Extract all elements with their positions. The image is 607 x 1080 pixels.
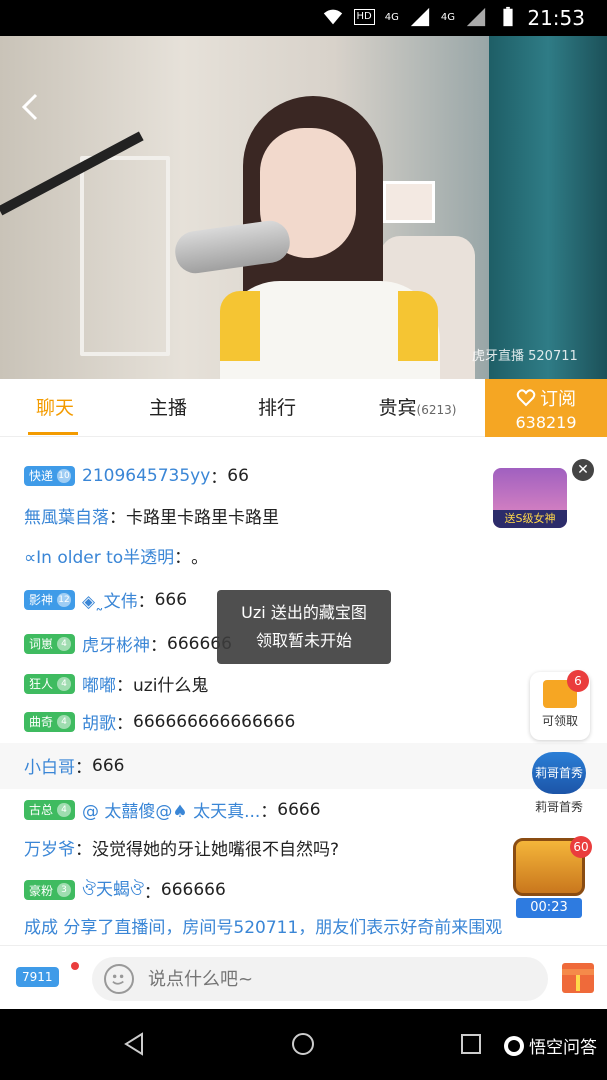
background-curtain (489, 36, 607, 379)
chat-nick[interactable]: 小白哥 (24, 753, 75, 778)
chat-message: 快递 10 2109645735yy： 66 (24, 463, 249, 488)
fan-badge: 词崽 4 (24, 633, 76, 654)
network-label-2: 4G (440, 11, 455, 23)
chat-message: 狂人 4 嘟嘟： uzi什么鬼 (24, 671, 208, 696)
treasure-map-tooltip: Uzi 送出的藏宝图 领取暂未开始 (217, 590, 391, 664)
wifi-icon (323, 9, 342, 25)
signal-icon-2 (466, 7, 486, 27)
system-share-message: 成成 分享了直播间，房间号520711，朋友们表示好奇前来围观 (24, 918, 503, 938)
chat-text: uzi什么鬼 (133, 676, 209, 696)
hero-debut-label: 莉哥首秀 (534, 800, 583, 814)
gift-icon[interactable] (562, 963, 594, 993)
fan-badge: 曲奇 4 (24, 711, 76, 732)
fan-badge: 狂人 4 (24, 673, 76, 694)
background-shelf (80, 156, 170, 356)
tab-vip-label: 贵宾 (378, 397, 417, 419)
chat-text: 666666 (160, 880, 226, 900)
background-photo-frame (383, 181, 435, 223)
chat-nick[interactable]: 無風葉自落 (24, 503, 109, 528)
chat-nick[interactable]: ∝In older to半透明 (24, 543, 174, 568)
fan-badge: 古总 4 (24, 799, 76, 820)
streamer-sleeve-right (398, 291, 438, 361)
emoji-icon[interactable] (104, 964, 134, 994)
chat-nick[interactable]: @ 太囍傻@♠ 太天真... (82, 797, 260, 822)
fan-badge: 快递 10 (24, 465, 76, 486)
clock: 21:53 (527, 6, 585, 30)
wukong-logo-icon (504, 1035, 524, 1056)
chat-nick[interactable]: 胡歌 (82, 709, 116, 734)
chat-message: 豪粉 3 ঔ天蝎ঔ： 666666 (24, 875, 226, 905)
brand-label: 悟空问答 (529, 1038, 597, 1058)
gift-box-label: 可领取 (541, 714, 578, 728)
chat-message: ∝In older to半透明： 。 (24, 543, 208, 568)
chat-nick[interactable]: 虎牙彬神 (82, 631, 150, 656)
android-nav-bar: 悟空问答 (0, 1009, 607, 1080)
chat-message: 曲奇 4 胡歌： 666666666666666 (24, 709, 295, 734)
gift-box-badge: 6 (567, 670, 589, 692)
hd-icon: HD (353, 9, 375, 25)
hero-debut-icon: 莉哥首秀 (532, 752, 586, 794)
status-bar: HD 4G 4G 21:53 (0, 0, 607, 36)
chat-nick[interactable]: ঔ天蝎ঔ (82, 875, 144, 905)
fan-badge: 影神 12 (24, 589, 76, 610)
chat-text: 666666666666666 (133, 711, 296, 732)
back-triangle-icon[interactable] (122, 1031, 148, 1057)
chat-nick[interactable]: ◈˷文伟 (82, 587, 138, 612)
game-ad-label: 送S级女神 (493, 510, 567, 528)
user-level-badge[interactable]: 7911 (16, 967, 59, 987)
treasure-chest-timer: 00:23 (516, 898, 582, 918)
chat-input-bar: 7911 (0, 945, 607, 1009)
game-ad-banner[interactable]: 送S级女神 (493, 468, 567, 528)
subscribe-label: 订阅 (540, 389, 576, 410)
subscribe-count: 638219 (515, 413, 577, 432)
chat-message: 小白哥： 666 (24, 753, 125, 779)
heart-icon (516, 389, 536, 407)
chat-text: 66 (227, 465, 249, 486)
chat-text: 卡路里卡路里卡路里 (126, 508, 279, 528)
chat-message: 万岁爷： 没觉得她的牙让她嘴很不自然吗? (24, 835, 339, 860)
tab-vip-count: (6213) (416, 403, 457, 417)
treasure-chest-badge: 60 (570, 836, 592, 858)
tooltip-line-2: 领取暂未开始 (255, 631, 352, 650)
video-watermark: 虎牙直播 520711 (472, 349, 578, 364)
tab-vip[interactable]: 贵宾(6213) (355, 379, 480, 437)
chat-nick[interactable]: 万岁爷 (24, 835, 75, 860)
chat-message: 古总 4 @ 太囍傻@♠ 太天真...： 6666 (24, 797, 321, 822)
battery-icon (503, 6, 513, 27)
chat-input[interactable] (92, 957, 548, 1001)
chat-text: 6666 (277, 799, 321, 820)
live-video[interactable]: 虎牙直播 520711 (0, 36, 607, 379)
chat-text: 666 (92, 755, 125, 776)
chat-message: 词崽 4 虎牙彬神： 666666 (24, 631, 232, 656)
tab-chat[interactable]: 聊天 (20, 379, 90, 437)
chat-text: 。 (191, 548, 209, 568)
tooltip-line-1: Uzi 送出的藏宝图 (241, 603, 367, 622)
network-label-1: 4G (384, 11, 399, 23)
chat-nick[interactable]: 2109645735yy (82, 466, 210, 486)
status-icons: HD 4G 4G (322, 6, 519, 28)
streamer-sleeve-left (220, 291, 260, 361)
tab-anchor[interactable]: 主播 (133, 379, 203, 437)
signal-icon (410, 7, 430, 27)
back-arrow-icon[interactable] (18, 92, 44, 122)
chat-nick[interactable]: 嘟嘟 (82, 671, 116, 696)
tab-active-underline (28, 432, 78, 435)
home-circle-icon[interactable] (290, 1031, 316, 1057)
fan-badge: 豪粉 3 (24, 880, 76, 900)
close-icon[interactable]: ✕ (572, 459, 594, 481)
notification-dot (71, 962, 79, 970)
tab-chat-label: 聊天 (35, 397, 74, 419)
chat-message: 影神 12 ◈˷文伟： 666 (24, 587, 187, 612)
tab-rank-label: 排行 (257, 397, 296, 419)
brand-watermark: 悟空问答 (503, 1033, 597, 1058)
chat-text: 666 (154, 589, 188, 610)
tab-anchor-label: 主播 (148, 397, 187, 419)
hero-debut-widget[interactable]: 莉哥首秀 莉哥首秀 (528, 752, 590, 820)
subscribe-button[interactable]: 订阅 638219 (485, 379, 607, 437)
chat-message: 無風葉自落： 卡路里卡路里卡路里 (24, 503, 279, 528)
chat-text: 没觉得她的牙让她嘴很不自然吗? (92, 840, 340, 860)
recents-square-icon[interactable] (458, 1031, 484, 1057)
tab-rank[interactable]: 排行 (242, 379, 312, 437)
